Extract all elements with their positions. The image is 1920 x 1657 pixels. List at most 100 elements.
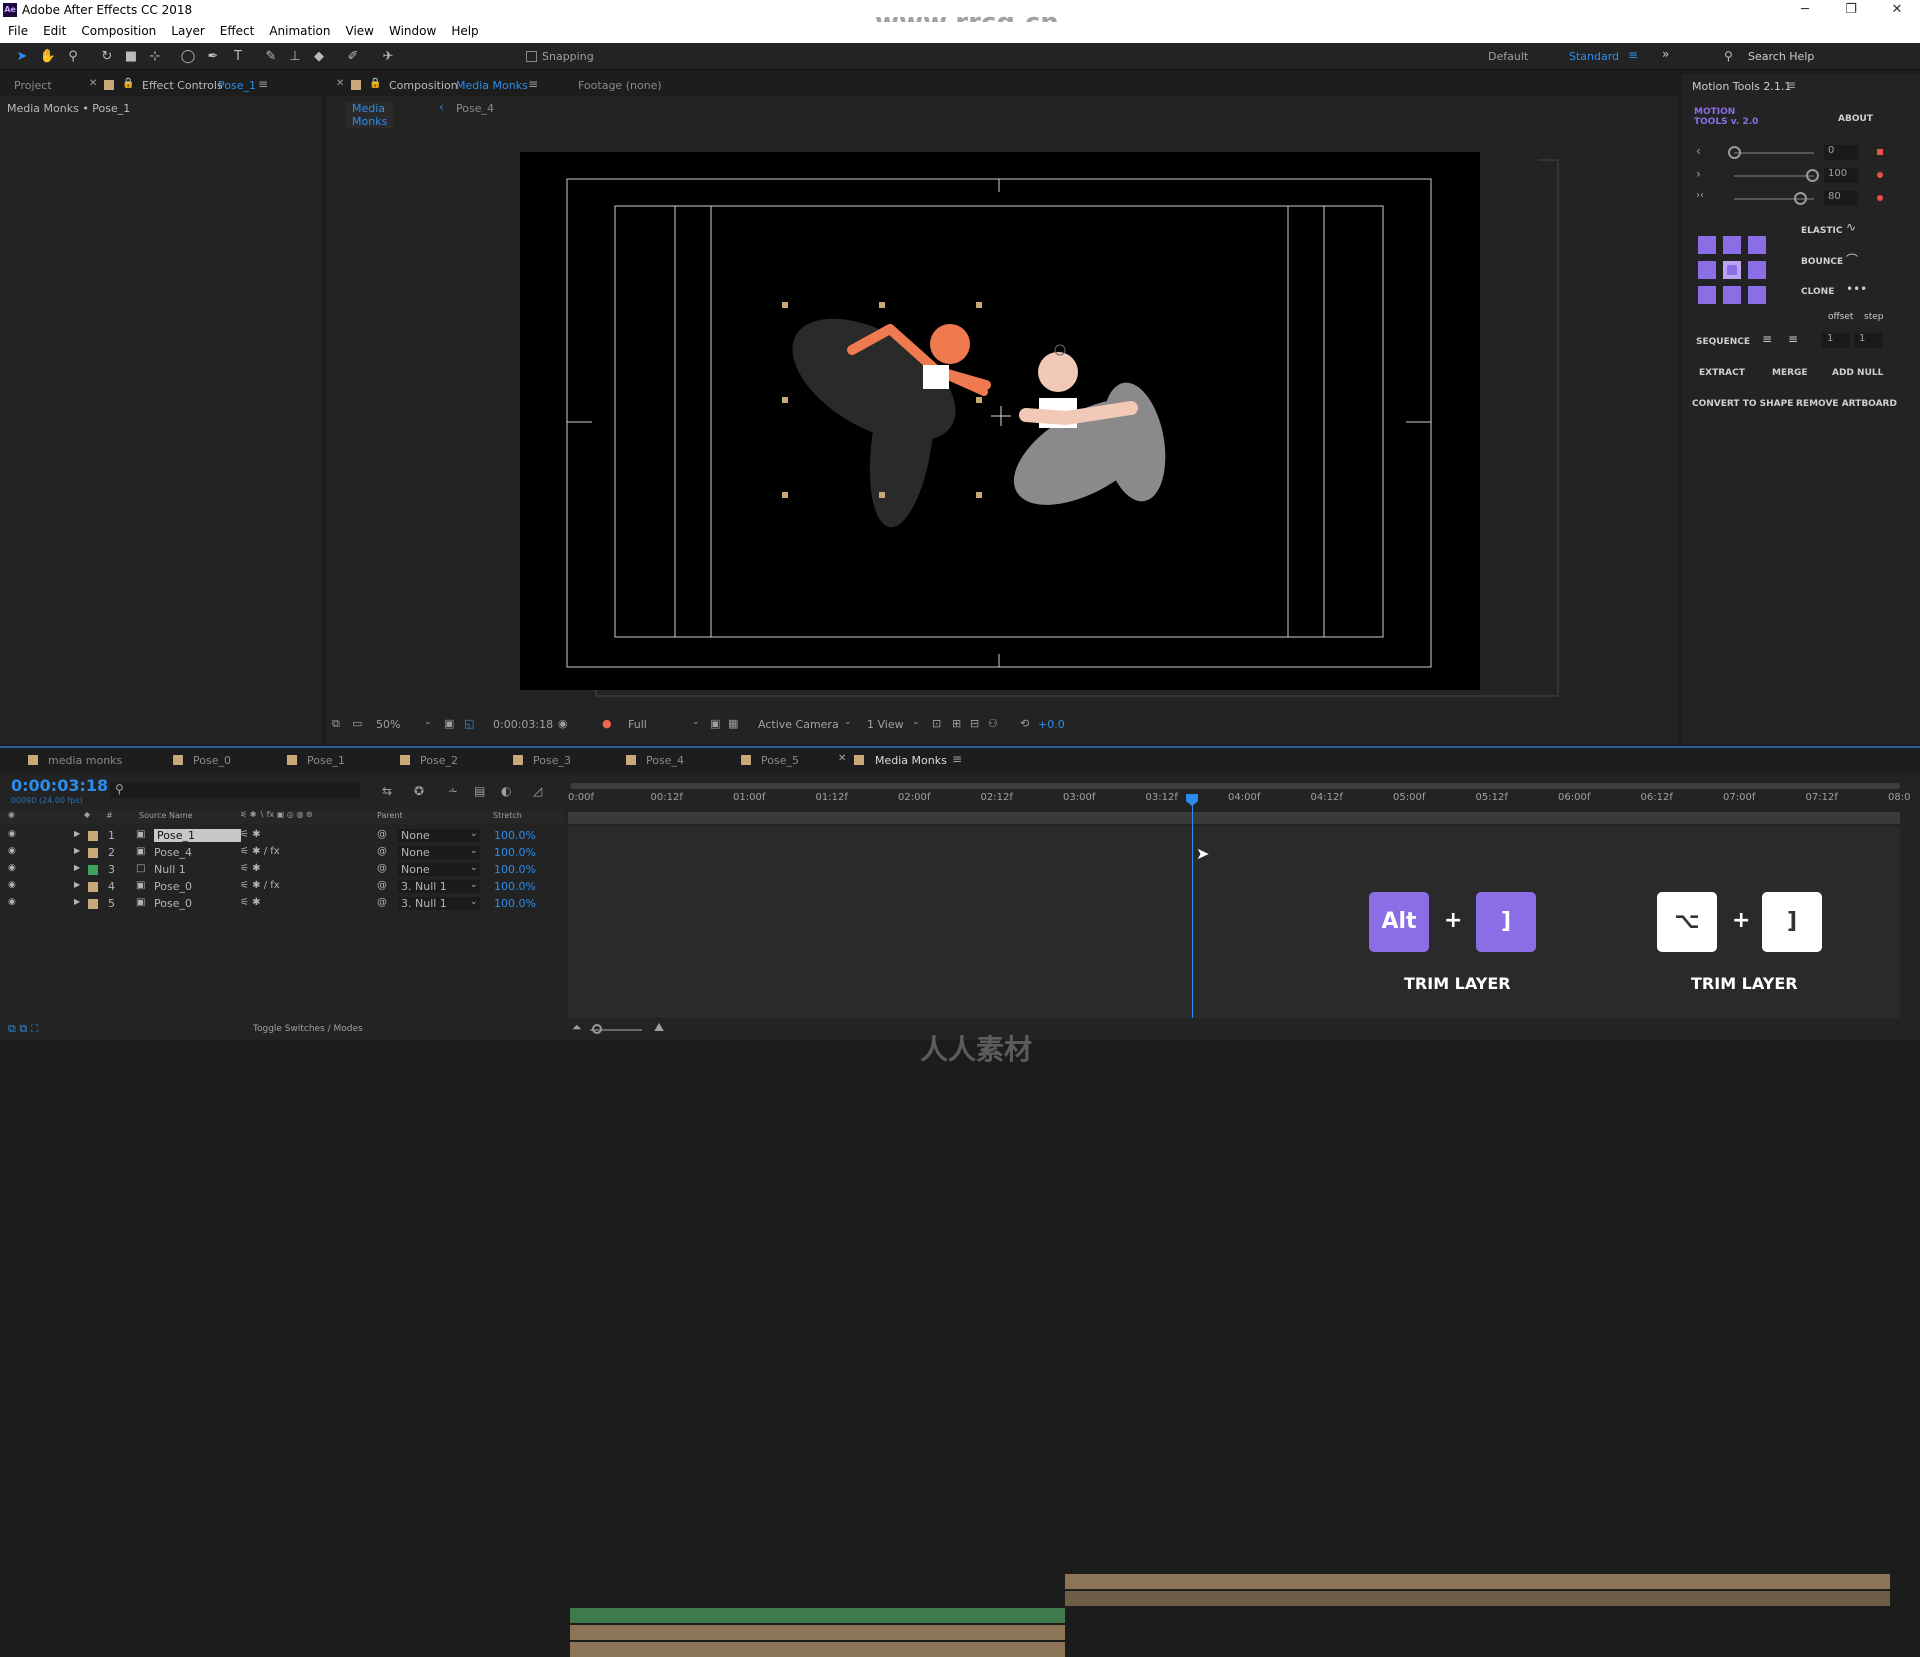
parent-pickwhip-icon[interactable]: @ [377, 846, 387, 857]
zoom-out-icon[interactable]: ⏶ [572, 1020, 582, 1035]
expand-arrow-icon[interactable]: ▶ [74, 897, 80, 906]
remove-artboard-button[interactable]: REMOVE ARTBOARD [1796, 399, 1897, 409]
tab-footage[interactable]: Footage (none) [578, 79, 662, 92]
switch-icons[interactable]: ⚟ ✱ / fx [240, 880, 280, 891]
stretch-value[interactable]: 100.0% [494, 846, 536, 859]
parent-pickwhip-icon[interactable]: @ [377, 829, 387, 840]
snapshot-icon[interactable]: ⧉ [332, 717, 340, 731]
shy-layers-icon[interactable]: ⩪ [448, 784, 458, 798]
expand-arrow-icon[interactable]: ▶ [74, 829, 80, 838]
layer-row[interactable]: ◉ ▶ 4 ▣ Pose_0 ⚟ ✱ / fx @3. Null 1 ⌄ 100.0% [0, 879, 565, 896]
timeline-tab[interactable]: Pose_2 [420, 754, 458, 767]
layer-row[interactable]: ◉ ▶ 1 ▣ Pose_1 ⚟ ✱ @ None ⌄ 100.0% [0, 828, 565, 845]
parent-pickwhip-icon[interactable]: @ [377, 880, 387, 891]
comp-viewer[interactable] [326, 122, 1678, 712]
fit-icon[interactable]: ▣ [444, 717, 454, 730]
about-button[interactable]: ABOUT [1838, 114, 1873, 124]
timeline-tab[interactable]: Pose_3 [533, 754, 571, 767]
exposure-value[interactable]: +0.0 [1038, 718, 1065, 731]
layer-row[interactable]: ◉ ▶ 5 ▣ Pose_0 ⚟ ✱ @3. Null 1 ⌄ 100.0% [0, 896, 565, 913]
layer-duration-bar[interactable] [1065, 1591, 1890, 1606]
resolution-select[interactable]: Full [628, 718, 647, 731]
search-help-input[interactable]: Search Help [1748, 50, 1814, 63]
add-null-button[interactable]: ADD NULL [1832, 368, 1883, 378]
layer-row[interactable]: ◉ ▶ 3 □ Null 1 ⚟ ✱ @ None ⌄ 100.0% [0, 862, 565, 879]
close-icon[interactable]: ✕ [838, 753, 846, 764]
expand-arrow-icon[interactable]: ▶ [74, 863, 80, 872]
rotate-tool-icon[interactable]: ↻ [97, 47, 117, 66]
playhead[interactable] [1192, 802, 1193, 1018]
expand-icon[interactable]: » [1662, 47, 1669, 61]
timeline-tab[interactable]: media monks [48, 754, 122, 767]
sequence-reverse-icon[interactable]: ≡ [1788, 332, 1798, 346]
parent-select[interactable]: None [398, 863, 480, 876]
parent-select[interactable]: 3. Null 1 [398, 880, 480, 893]
toggle-switches-modes[interactable]: Toggle Switches / Modes [253, 1024, 363, 1034]
timeline-tab[interactable]: Pose_0 [193, 754, 231, 767]
camera-snapshot-icon[interactable]: ◉ [558, 717, 568, 730]
parent-select[interactable]: None [398, 829, 480, 842]
sequence-forward-icon[interactable]: ≡ [1762, 332, 1772, 346]
draft-3d-icon[interactable]: ✪ [414, 784, 424, 798]
type-tool-icon[interactable]: T [228, 47, 248, 66]
keyframe-icon[interactable] [1877, 149, 1883, 155]
motion-blur-icon[interactable]: ◐ [501, 784, 511, 798]
layer-duration-bar[interactable] [570, 1608, 1065, 1623]
monitor-icon[interactable]: ▭ [352, 717, 362, 730]
menu-composition[interactable]: Composition [73, 22, 163, 38]
parent-pickwhip-icon[interactable]: @ [377, 897, 387, 908]
timeline-tab[interactable]: Pose_1 [307, 754, 345, 767]
lock-icon[interactable]: 🔒 [122, 78, 134, 89]
frame-blending-icon[interactable]: ▤ [474, 784, 485, 798]
anchor-cell[interactable] [1698, 261, 1716, 279]
camera-select[interactable]: Active Camera [758, 718, 839, 731]
search-icon[interactable]: ⚲ [1724, 49, 1733, 63]
timeline-tab-active[interactable]: Media Monks [875, 754, 947, 767]
layer-name[interactable]: Pose_1 [154, 829, 241, 842]
pan-behind-tool-icon[interactable]: ⊹ [145, 47, 165, 66]
eye-icon[interactable]: ◉ [8, 897, 16, 907]
anchor-cell[interactable] [1723, 236, 1741, 254]
label-color-icon[interactable] [88, 831, 98, 841]
selection-tool-icon[interactable]: ➤ [12, 47, 32, 66]
step-input[interactable]: 1 [1854, 333, 1882, 348]
camera-tool-icon[interactable]: ■ [121, 47, 141, 66]
panel-menu-icon[interactable]: ≡ [258, 77, 268, 91]
anchor-cell[interactable] [1698, 286, 1716, 304]
workspace-default[interactable]: Default [1488, 50, 1528, 63]
anchor-grid[interactable] [1696, 234, 1770, 308]
timecode-display[interactable]: 0:00:03:18 [11, 776, 108, 795]
offset-input[interactable]: 1 [1822, 333, 1850, 348]
label-color-icon[interactable] [88, 882, 98, 892]
anchor-cell[interactable] [1748, 236, 1766, 254]
layer-switches-icon[interactable]: ⧉ ⧉ ⛶ [8, 1022, 38, 1036]
menu-animation[interactable]: Animation [261, 22, 337, 38]
crumb-pose4[interactable]: Pose_4 [456, 102, 494, 115]
layer-duration-bar[interactable] [570, 1625, 1065, 1640]
extract-button[interactable]: EXTRACT [1699, 368, 1745, 378]
puppet-tool-icon[interactable]: ✈ [378, 47, 398, 66]
flowchart-icon[interactable]: ⚇ [988, 717, 998, 730]
keyframe-icon[interactable] [1877, 172, 1883, 178]
panel-menu-icon[interactable]: ≡ [528, 77, 538, 91]
transparency-grid-icon[interactable]: ▦ [728, 717, 738, 730]
timeline-tab[interactable]: Pose_5 [761, 754, 799, 767]
tab-effect-controls[interactable]: Effect Controls [142, 79, 223, 92]
elastic-button[interactable]: ELASTIC [1801, 226, 1842, 236]
label-color-icon[interactable] [88, 899, 98, 909]
layer-name[interactable]: Null 1 [154, 863, 186, 876]
time-ruler[interactable]: 0:00f 00:12f 01:00f 01:12f 02:00f 02:12f 03:00… [568, 780, 1910, 826]
graph-editor-icon[interactable]: ◿ [533, 784, 542, 798]
brush-tool-icon[interactable]: ✎ [261, 47, 281, 66]
slider-knob[interactable] [1728, 146, 1741, 159]
tab-composition[interactable]: Composition [389, 79, 458, 92]
tab-effect-layer[interactable]: Pose_1 [218, 79, 256, 92]
tab-composition-name[interactable]: Media Monks [456, 79, 528, 92]
clone-stamp-tool-icon[interactable]: ⊥ [285, 47, 305, 66]
layer-name[interactable]: Pose_0 [154, 897, 192, 910]
merge-button[interactable]: MERGE [1772, 368, 1808, 378]
current-time[interactable]: 0:00:03:18 [493, 718, 553, 731]
zoom-slider-knob[interactable] [592, 1024, 602, 1034]
slider-knob[interactable] [1794, 192, 1807, 205]
eraser-tool-icon[interactable]: ◆ [309, 47, 329, 66]
